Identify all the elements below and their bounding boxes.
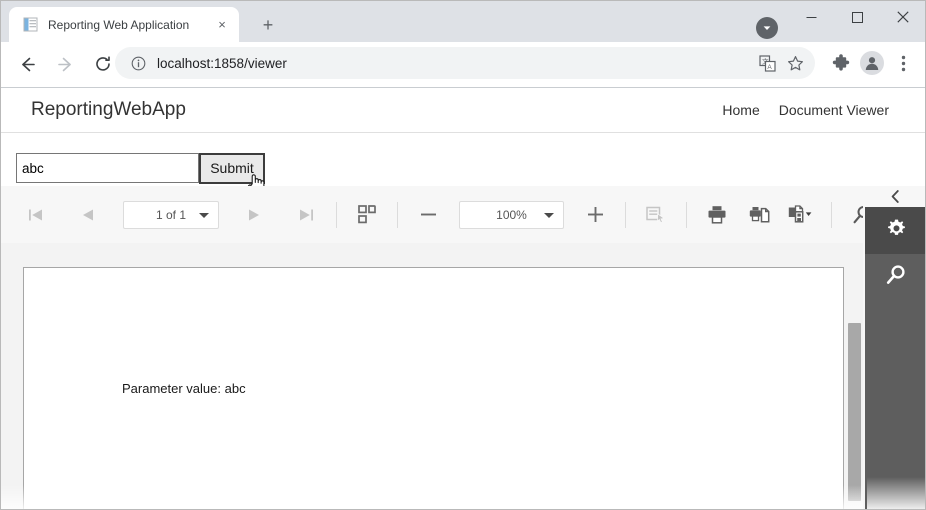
extensions-puzzle-icon[interactable] xyxy=(827,49,855,77)
sidebar-bottom-fade xyxy=(867,477,925,509)
document-page: Parameter value: abc xyxy=(23,267,844,509)
avatar xyxy=(860,51,884,75)
sidebar-item-search[interactable] xyxy=(865,254,925,301)
site-information-icon[interactable] xyxy=(128,53,148,73)
last-page-button[interactable] xyxy=(289,198,323,232)
svg-text:A: A xyxy=(767,64,772,71)
submit-button[interactable]: Submit xyxy=(199,153,265,184)
sidebar-item-parameters[interactable] xyxy=(865,207,925,254)
gear-icon xyxy=(885,217,908,245)
window-maximize-button[interactable] xyxy=(834,1,880,33)
browser-window: Reporting Web Application × + localhost:… xyxy=(0,0,926,510)
nav-link-home[interactable]: Home xyxy=(722,102,759,118)
chevron-down-icon xyxy=(544,212,554,218)
toolbar-separator xyxy=(397,201,398,228)
new-tab-button[interactable]: + xyxy=(257,14,279,36)
profile-avatar-icon[interactable] xyxy=(858,49,886,77)
zoom-selector[interactable]: 100% xyxy=(459,200,564,229)
toolbar-separator xyxy=(336,201,337,228)
parameter-input[interactable] xyxy=(16,153,199,183)
multipage-view-button[interactable] xyxy=(350,198,384,232)
toolbar-separator xyxy=(831,201,832,228)
browser-forward-button xyxy=(47,46,83,82)
browser-tab[interactable]: Reporting Web Application × xyxy=(9,7,239,42)
tabstrip: Reporting Web Application × + xyxy=(1,1,741,42)
viewer-toolbar: 1 of 1 100% xyxy=(1,186,923,243)
address-bar[interactable]: localhost:1858/viewer 文 A xyxy=(115,47,815,79)
bookmark-star-icon[interactable] xyxy=(781,49,809,77)
previous-page-button[interactable] xyxy=(71,198,105,232)
download-arrow-icon[interactable] xyxy=(756,17,778,39)
report-viewer: 1 of 1 100% Parameter value: abc xyxy=(1,186,925,509)
viewer-right-sidebar xyxy=(863,186,925,509)
zoom-selector-value: 100% xyxy=(496,207,527,222)
omnibox-actions: 文 A xyxy=(753,47,809,79)
sidebar-collapse-button[interactable] xyxy=(863,186,925,207)
tab-close-icon[interactable]: × xyxy=(213,16,231,34)
page-selector[interactable]: 1 of 1 xyxy=(123,200,219,229)
report-document-favicon-icon xyxy=(22,16,39,33)
browser-back-button[interactable] xyxy=(9,46,45,82)
search-magnifier-icon xyxy=(885,264,907,291)
toolbar-separator xyxy=(625,201,626,228)
scrollbar-thumb[interactable] xyxy=(848,323,861,501)
page-selector-value: 1 of 1 xyxy=(155,207,187,222)
toolbar-separator xyxy=(686,201,687,228)
zoom-out-button[interactable] xyxy=(411,198,445,232)
document-vertical-scrollbar[interactable] xyxy=(846,243,863,509)
window-minimize-button[interactable] xyxy=(788,1,834,33)
app-nav-links: Home Document Viewer xyxy=(722,102,889,118)
highlight-selection-button[interactable] xyxy=(639,198,673,232)
app-brand[interactable]: ReportingWebApp xyxy=(31,99,186,121)
document-body-text: Parameter value: abc xyxy=(122,381,246,396)
print-button[interactable] xyxy=(700,198,734,232)
document-canvas: Parameter value: abc xyxy=(1,243,863,509)
app-navbar: ReportingWebApp Home Document Viewer xyxy=(1,88,925,133)
address-bar-url: localhost:1858/viewer xyxy=(157,55,287,71)
print-page-button[interactable] xyxy=(742,198,776,232)
zoom-in-button[interactable] xyxy=(578,198,612,232)
browser-tabstrip-area: Reporting Web Application × + xyxy=(1,1,925,42)
first-page-button[interactable] xyxy=(19,198,53,232)
export-button[interactable] xyxy=(784,198,818,232)
chevron-down-icon xyxy=(199,212,209,218)
translate-icon[interactable]: 文 A xyxy=(753,49,781,77)
sidebar-panel xyxy=(865,207,925,509)
nav-link-document-viewer[interactable]: Document Viewer xyxy=(779,102,889,118)
window-close-button[interactable] xyxy=(880,1,925,33)
browser-tab-title: Reporting Web Application xyxy=(48,17,190,32)
chevron-left-icon xyxy=(891,190,899,203)
next-page-button[interactable] xyxy=(237,198,271,232)
three-dot-menu-icon[interactable] xyxy=(889,49,917,77)
